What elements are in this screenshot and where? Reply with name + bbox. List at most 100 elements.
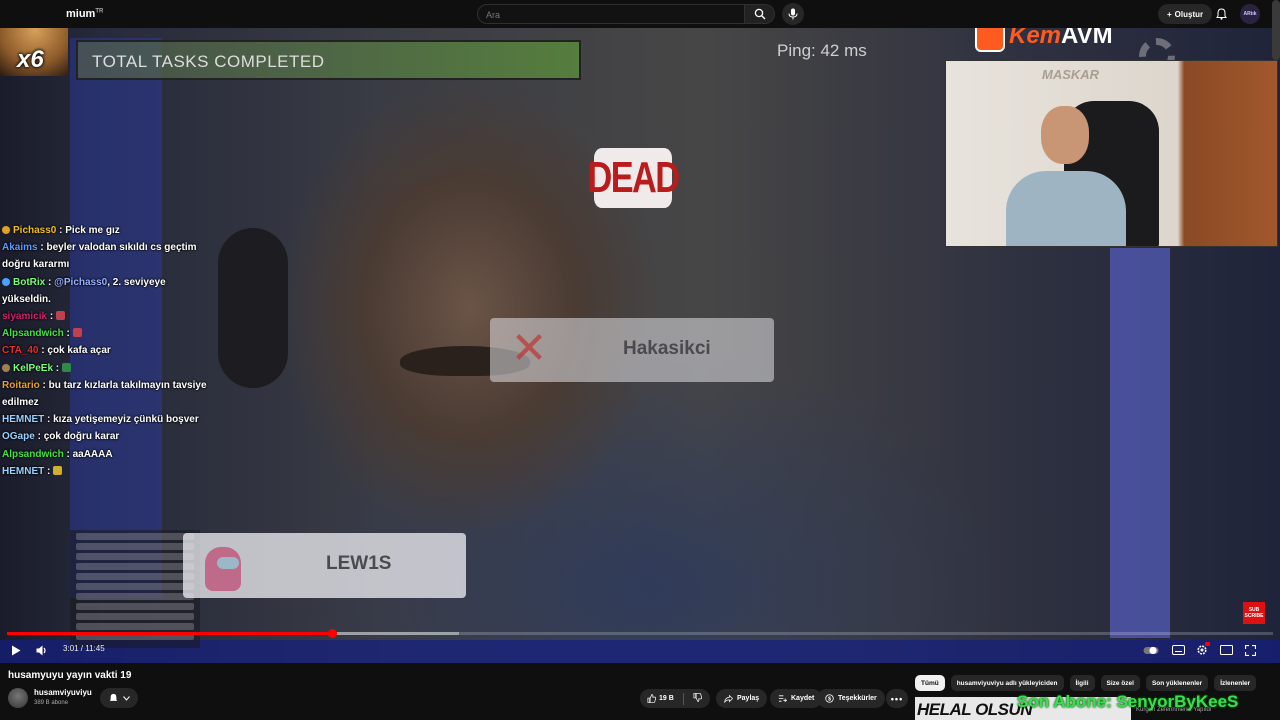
chat-username[interactable]: CTA_40: [2, 345, 39, 356]
theater-mode-button[interactable]: [1216, 640, 1236, 660]
player-card: LEW1S: [183, 533, 466, 598]
save-button[interactable]: Kaydet: [770, 689, 823, 708]
task-progress-label: TOTAL TASKS COMPLETED: [92, 52, 325, 71]
chat-text: aaAAAA: [72, 448, 113, 460]
chat-emote-icon: [61, 362, 71, 372]
chat-username[interactable]: Roitario: [2, 380, 40, 391]
chip-4[interactable]: Son yüklenenler: [1145, 675, 1209, 691]
subscriber-count: 389 B abone: [34, 700, 69, 706]
search-icon: [754, 8, 765, 20]
subscription-bell-button[interactable]: [100, 688, 138, 708]
chip-1[interactable]: husamviyuviyu adlı yükleyiciden: [950, 675, 1064, 691]
hd-badge: [1205, 642, 1210, 646]
chat-emote-icon: [55, 311, 65, 321]
chat-message: HEMNET : kıza yetişemeyiz çünkü boşver: [2, 411, 208, 428]
chip-0[interactable]: Tümü: [915, 675, 945, 691]
chat-username[interactable]: siyamicik: [2, 311, 47, 322]
chat-username[interactable]: Akaims: [2, 242, 38, 253]
top-bar: miumTR + Oluştur ARtık: [0, 0, 1280, 60]
player-eliminated-card: ✕ Hakasikci: [490, 318, 774, 382]
chat-emote-icon: [53, 465, 63, 475]
super-thanks-icon: $: [825, 694, 834, 703]
mute-button[interactable]: [32, 640, 52, 660]
account-avatar[interactable]: ARtık: [1240, 4, 1260, 24]
streamer-body: [1006, 171, 1126, 246]
theater-icon: [1219, 645, 1233, 655]
chat-message: OGape : çok doğru karar: [2, 428, 208, 445]
chat-mention[interactable]: @Pichass0: [54, 277, 107, 288]
last-subscriber-overlay: Son Abone: SenyorByKeeS: [1017, 692, 1239, 711]
chevron-down-icon: [122, 695, 130, 701]
share-button[interactable]: Paylaş: [716, 689, 768, 708]
chip-5[interactable]: İzlenenler: [1214, 675, 1257, 691]
chat-separator: :: [44, 465, 54, 477]
subtitles-button[interactable]: [1168, 640, 1188, 660]
dislike-button[interactable]: [693, 693, 702, 704]
divider: [682, 692, 684, 705]
settings-button[interactable]: [1192, 640, 1212, 660]
save-icon: [778, 695, 787, 703]
chip-2[interactable]: İlgili: [1069, 675, 1095, 691]
plus-icon: +: [1167, 9, 1172, 19]
more-horizontal-icon: •••: [890, 693, 904, 704]
autoplay-icon: [1143, 646, 1159, 654]
fullscreen-icon: [1244, 644, 1256, 656]
chat-emote-icon: [72, 328, 82, 338]
chat-message: HEMNET :: [2, 463, 208, 480]
share-icon: [724, 694, 733, 703]
chat-username[interactable]: Alpsandwich: [2, 449, 64, 460]
crewmate-icon: [205, 547, 241, 591]
recommendation-chips: Tümü husamviyuviyu adlı yükleyiciden İlgil…: [915, 675, 1257, 691]
channel-avatar[interactable]: [8, 688, 28, 708]
progress-bar[interactable]: [7, 629, 1273, 638]
more-actions-button[interactable]: •••: [886, 689, 908, 708]
create-button[interactable]: + Oluştur: [1158, 4, 1213, 24]
bell-icon: [109, 693, 117, 701]
chat-message: Pichass0 : Pick me gız: [2, 222, 208, 239]
search-button[interactable]: [745, 4, 775, 24]
chat-text: çok doğru karar: [43, 431, 120, 443]
play-icon: [12, 645, 21, 655]
thanks-button[interactable]: $ Teşekkürler: [817, 689, 885, 708]
chat-username[interactable]: KelPeEk: [13, 363, 53, 374]
notifications-button[interactable]: [1213, 6, 1229, 22]
player-name: Hakasikci: [623, 338, 711, 359]
live-chat-overlay: Pichass0 : Pick me gız Akaims : beyler va…: [2, 222, 208, 480]
fullscreen-button[interactable]: [1240, 640, 1260, 660]
chat-username[interactable]: Pichass0: [13, 225, 56, 236]
channel-name[interactable]: husamviyuviyu: [34, 688, 92, 697]
logo-text: mium: [66, 8, 96, 20]
chat-text: çok kafa açar: [47, 345, 111, 357]
voice-search-button[interactable]: [782, 3, 804, 25]
thanks-label: Teşekkürler: [838, 695, 877, 702]
captions-icon: [1171, 645, 1185, 655]
chat-username[interactable]: HEMNET: [2, 466, 44, 477]
bell-icon: [1215, 8, 1227, 20]
chat-separator: :: [45, 276, 55, 288]
chat-username[interactable]: Alpsandwich: [2, 328, 64, 339]
cross-icon: ✕: [510, 324, 548, 373]
chat-badge-icon: [2, 277, 10, 286]
youtube-logo[interactable]: miumTR: [66, 8, 103, 20]
share-label: Paylaş: [737, 695, 760, 702]
overlay-blue-bar: [1110, 248, 1170, 638]
microphone-icon: [788, 8, 798, 20]
chat-username[interactable]: HEMNET: [2, 414, 44, 425]
play-button[interactable]: [6, 640, 26, 660]
streamer-head: [1041, 106, 1089, 164]
chat-text: Pick me gız: [65, 225, 120, 236]
subscribe-watermark[interactable]: SUB SCRIBE: [1243, 602, 1265, 624]
chat-username[interactable]: BotRix: [13, 277, 45, 288]
sponsor-logo: KemAVM: [975, 28, 1113, 56]
sponsor-text-b: AVM: [1061, 28, 1113, 49]
page-scrollbar[interactable]: [1272, 0, 1280, 60]
chip-3[interactable]: Size özel: [1100, 675, 1140, 691]
chat-separator: :: [39, 379, 49, 391]
chat-message: Alpsandwich : aaAAAA: [2, 446, 208, 463]
search-input[interactable]: [478, 6, 744, 24]
like-button[interactable]: 19 B: [647, 694, 674, 703]
chat-separator: :: [34, 431, 44, 443]
autoplay-toggle[interactable]: [1141, 640, 1161, 660]
player-name: LEW1S: [326, 553, 392, 574]
chat-username[interactable]: OGape: [2, 431, 35, 442]
